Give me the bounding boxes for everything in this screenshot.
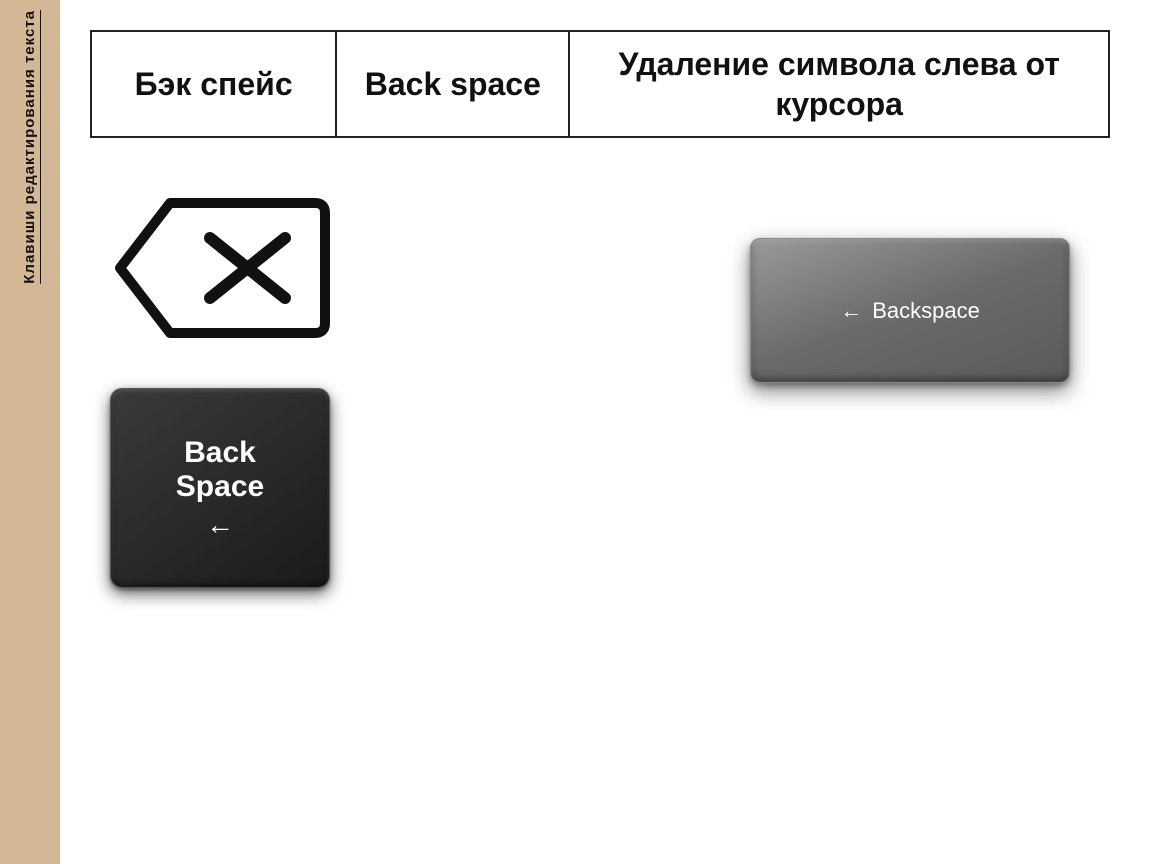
gray-key-arrow: ← [840,298,862,324]
left-icons: BackSpace ← [110,178,330,588]
table-cell-description: Удаление символа слева от курсора [569,31,1109,137]
sidebar: Клавиши редактирования текста [0,0,60,864]
dark-key-backspace: BackSpace ← [110,388,330,588]
icons-area: BackSpace ← ← Backspace [90,178,1110,834]
right-icons: ← Backspace [750,178,1090,383]
dark-key-line1: BackSpace [176,436,264,505]
table-cell-english: Back space [336,31,569,137]
dark-key-arrow: ← [206,509,234,541]
gray-key-label: Backspace [872,298,980,324]
backspace-icon [110,178,330,358]
table-cell-russian: Бэк спейс [91,31,336,137]
russian-name: Бэк спейс [135,66,293,102]
table-row: Бэк спейс Back space Удаление символа сл… [91,31,1109,137]
info-table: Бэк спейс Back space Удаление символа сл… [90,30,1110,138]
description-text: Удаление символа слева от курсора [618,46,1059,122]
sidebar-label: Клавиши редактирования текста [20,10,40,284]
english-name: Back space [365,66,541,102]
main-content: Бэк спейс Back space Удаление символа сл… [60,0,1150,864]
gray-key-backspace: ← Backspace [750,238,1070,383]
